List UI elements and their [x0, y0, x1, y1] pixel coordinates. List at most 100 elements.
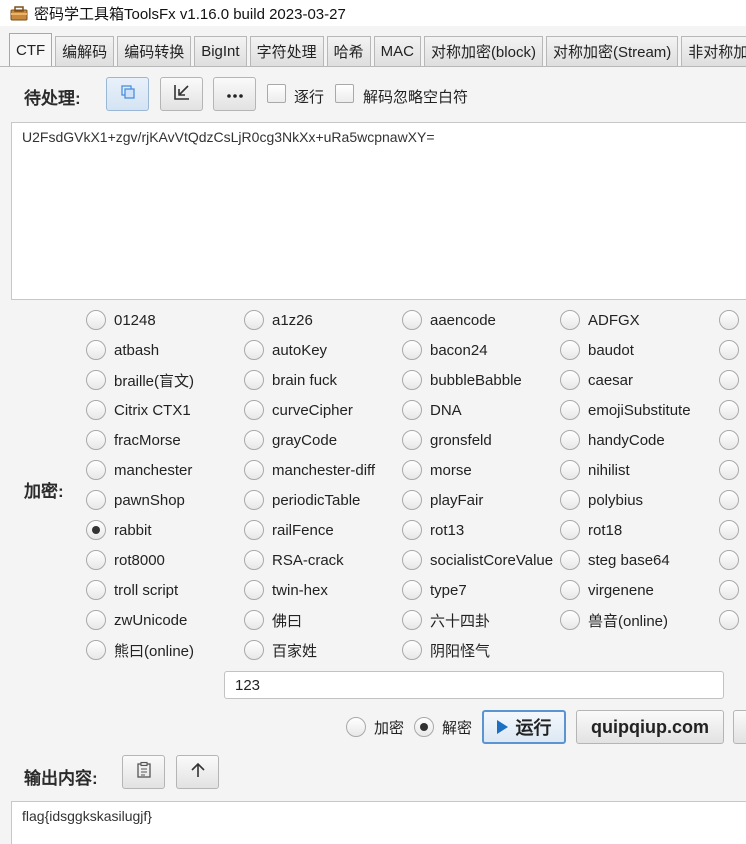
cipher-option[interactable]: emojiSubstitute — [560, 398, 691, 422]
radio-dot — [402, 460, 422, 480]
decrypt-mode-radio[interactable]: 解密 — [414, 715, 472, 739]
cipher-option[interactable]: playFair — [402, 488, 483, 512]
cipher-option[interactable]: caesar — [560, 368, 633, 392]
cipher-option-label: curveCipher — [272, 401, 353, 419]
line-mode-label: 逐行 — [294, 89, 325, 106]
cipher-option[interactable]: braille(盲文) — [86, 368, 194, 392]
cipher-option[interactable]: rot13 — [402, 518, 464, 542]
cipher-option-label: Citrix CTX1 — [114, 401, 191, 419]
cipher-option[interactable]: 熊曰(online) — [86, 638, 194, 662]
cipher-option[interactable]: autoKey — [244, 338, 327, 362]
tab-bigint[interactable]: BigInt — [194, 36, 247, 66]
ignore-whitespace-checkbox[interactable] — [335, 84, 354, 103]
cipher-option-label: railFence — [272, 521, 334, 539]
cipher-option[interactable]: bacon24 — [402, 338, 488, 362]
cipher-option[interactable]: baudot — [560, 338, 634, 362]
more-button[interactable] — [213, 77, 256, 111]
cipher-option-overflow[interactable] — [719, 370, 739, 390]
cipher-option-overflow[interactable] — [719, 520, 739, 540]
cipher-option[interactable]: curveCipher — [244, 398, 353, 422]
move-output-up-button[interactable] — [176, 755, 219, 789]
cipher-option[interactable]: polybius — [560, 488, 643, 512]
cipher-option[interactable]: a1z26 — [244, 308, 313, 332]
cipher-option[interactable]: rot18 — [560, 518, 622, 542]
tab-ctf[interactable]: CTF — [9, 33, 53, 66]
cipher-option[interactable]: brain fuck — [244, 368, 337, 392]
cipher-option-overflow[interactable] — [719, 430, 739, 450]
cipher-option[interactable]: RSA-crack — [244, 548, 344, 572]
radio-dot — [402, 430, 422, 450]
cipher-option-overflow[interactable] — [719, 490, 739, 510]
encrypt-mode-radio[interactable]: 加密 — [346, 715, 404, 739]
cipher-option[interactable]: atbash — [86, 338, 159, 362]
cipher-option[interactable]: manchester — [86, 458, 192, 482]
overflow-button[interactable] — [733, 710, 746, 744]
cipher-option[interactable]: rabbit — [86, 518, 152, 542]
cipher-option-overflow[interactable] — [719, 460, 739, 480]
cipher-option[interactable]: ADFGX — [560, 308, 640, 332]
cipher-option[interactable]: twin-hex — [244, 578, 328, 602]
cipher-option-overflow[interactable] — [719, 400, 739, 420]
cipher-option-overflow[interactable] — [719, 580, 739, 600]
cipher-option[interactable]: railFence — [244, 518, 334, 542]
cipher-option-label: DNA — [430, 401, 462, 419]
quipqiup-button[interactable]: quipqiup.com — [576, 710, 724, 744]
tab-symmetric-block[interactable]: 对称加密(block) — [423, 36, 543, 66]
cipher-option[interactable]: type7 — [402, 578, 467, 602]
tab-hash[interactable]: 哈希 — [326, 36, 371, 66]
radio-dot — [244, 520, 264, 540]
copy-button[interactable] — [106, 77, 149, 111]
radio-dot — [560, 490, 580, 510]
tab-encoding-convert[interactable]: 编码转换 — [117, 36, 192, 66]
radio-dot — [86, 610, 106, 630]
cipher-option[interactable]: gronsfeld — [402, 428, 492, 452]
copy-output-button[interactable] — [122, 755, 165, 789]
cipher-option[interactable]: grayCode — [244, 428, 337, 452]
input-textarea[interactable]: U2FsdGVkX1+zgv/rjKAvVtQdzCsLjR0cg3NkXx+u… — [11, 122, 746, 300]
cipher-option[interactable]: 百家姓 — [244, 638, 317, 662]
cipher-option[interactable]: periodicTable — [244, 488, 360, 512]
cipher-option[interactable]: fracMorse — [86, 428, 181, 452]
cipher-option[interactable]: Citrix CTX1 — [86, 398, 191, 422]
cipher-option[interactable]: manchester-diff — [244, 458, 375, 482]
tab-asymmetric[interactable]: 非对称加 — [681, 36, 746, 66]
cipher-option[interactable]: zwUnicode — [86, 608, 187, 632]
cipher-option-overflow[interactable] — [719, 610, 739, 630]
cipher-option-overflow[interactable] — [719, 550, 739, 570]
cipher-option[interactable]: rot8000 — [86, 548, 165, 572]
cipher-option[interactable]: DNA — [402, 398, 462, 422]
arrow-up-icon — [189, 761, 207, 783]
cipher-option[interactable]: nihilist — [560, 458, 630, 482]
cipher-option[interactable]: socialistCoreValue — [402, 548, 553, 572]
cipher-option[interactable]: virgenene — [560, 578, 654, 602]
key-input[interactable]: 123 — [224, 671, 724, 699]
cipher-option[interactable]: morse — [402, 458, 472, 482]
cipher-option-label: grayCode — [272, 431, 338, 449]
tab-symmetric-stream[interactable]: 对称加密(Stream) — [545, 36, 679, 66]
cipher-option-label: zwUnicode — [114, 611, 188, 629]
cipher-option[interactable]: aaencode — [402, 308, 496, 332]
line-mode-checkbox[interactable] — [267, 84, 286, 103]
play-icon — [496, 720, 508, 734]
cipher-option[interactable]: pawnShop — [86, 488, 185, 512]
cipher-option[interactable]: steg base64 — [560, 548, 670, 572]
radio-dot — [244, 370, 264, 390]
cipher-option[interactable]: handyCode — [560, 428, 665, 452]
cipher-option-overflow[interactable] — [719, 310, 739, 330]
run-button[interactable]: 运行 — [482, 710, 566, 744]
cipher-option-label: atbash — [114, 341, 160, 359]
tab-string-process[interactable]: 字符处理 — [249, 36, 324, 66]
output-textarea[interactable]: flag{idsggkskasilugjf} — [11, 801, 746, 844]
cipher-option-overflow[interactable] — [719, 340, 739, 360]
tab-encode-decode[interactable]: 编解码 — [55, 36, 115, 66]
import-button[interactable] — [160, 77, 203, 111]
cipher-option[interactable]: 六十四卦 — [402, 608, 490, 632]
radio-dot — [244, 400, 264, 420]
tab-mac[interactable]: MAC — [373, 36, 421, 66]
cipher-option[interactable]: 01248 — [86, 308, 156, 332]
cipher-option[interactable]: 兽音(online) — [560, 608, 668, 632]
cipher-option[interactable]: 佛曰 — [244, 608, 302, 632]
cipher-option[interactable]: troll script — [86, 578, 178, 602]
cipher-option[interactable]: 阴阳怪气 — [402, 638, 490, 662]
cipher-option[interactable]: bubbleBabble — [402, 368, 522, 392]
